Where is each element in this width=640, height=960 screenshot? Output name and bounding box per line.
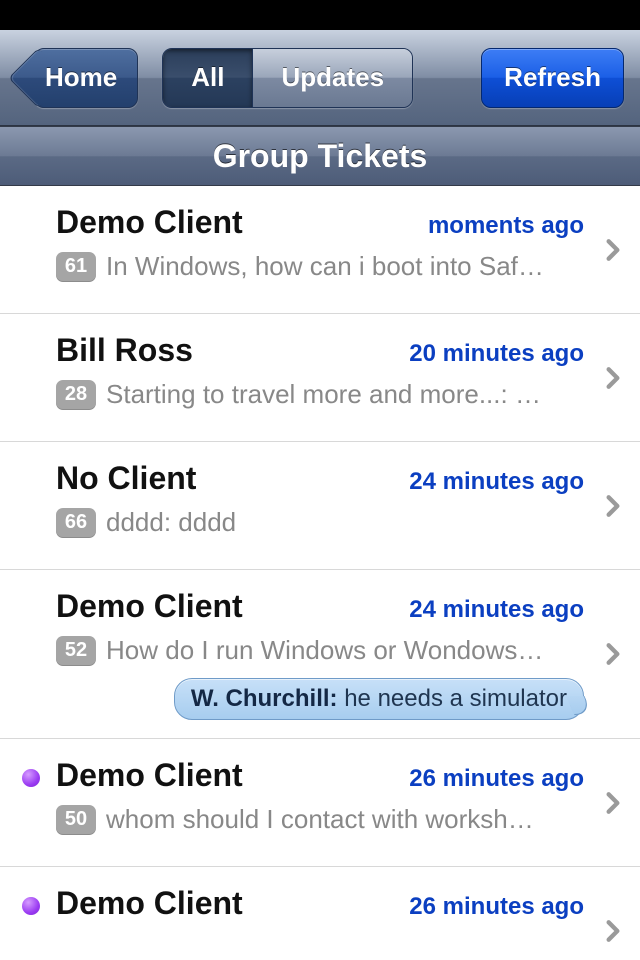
- refresh-button-label: Refresh: [504, 62, 601, 93]
- chevron-right-icon: [600, 641, 626, 667]
- ticket-subject: dddd: dddd: [106, 507, 584, 538]
- ticket-badge: 28: [56, 380, 96, 410]
- ticket-row[interactable]: Demo Client 24 minutes ago 52 How do I r…: [0, 570, 640, 739]
- ticket-time: moments ago: [428, 212, 584, 240]
- segment-all[interactable]: All: [163, 49, 253, 107]
- ticket-time: 24 minutes ago: [409, 596, 584, 624]
- section-header: Group Tickets: [0, 126, 640, 186]
- chevron-right-icon: [600, 918, 626, 944]
- ticket-client: Demo Client: [56, 885, 243, 922]
- unread-dot-icon: [22, 769, 40, 787]
- reply-text: he needs a simulator: [338, 685, 567, 712]
- unread-dot-icon: [22, 897, 40, 915]
- ticket-row[interactable]: Bill Ross 20 minutes ago 28 Starting to …: [0, 314, 640, 442]
- ticket-time: 26 minutes ago: [409, 765, 584, 793]
- nav-bar: Home All Updates Refresh: [0, 30, 640, 126]
- ticket-badge: 52: [56, 636, 96, 666]
- ticket-client: Demo Client: [56, 204, 243, 241]
- chevron-right-icon: [600, 790, 626, 816]
- ticket-badge: 66: [56, 508, 96, 538]
- ticket-client: Bill Ross: [56, 332, 193, 369]
- ticket-time: 24 minutes ago: [409, 468, 584, 496]
- reply-bubble-wrap: W. Churchill: he needs a simulator: [56, 678, 584, 720]
- chevron-right-icon: [600, 493, 626, 519]
- segment-all-label: All: [191, 62, 224, 93]
- ticket-time: 26 minutes ago: [409, 893, 584, 921]
- ticket-subject: How do I run Windows or Wondows…: [106, 635, 584, 666]
- ticket-client: Demo Client: [56, 757, 243, 794]
- status-bar: [0, 0, 640, 30]
- refresh-button[interactable]: Refresh: [481, 48, 624, 108]
- segment-updates-label: Updates: [281, 62, 384, 93]
- ticket-row[interactable]: Demo Client moments ago 61 In Windows, h…: [0, 186, 640, 314]
- ticket-badge: 61: [56, 252, 96, 282]
- chevron-right-icon: [600, 237, 626, 263]
- section-title: Group Tickets: [213, 138, 428, 175]
- reply-author: W. Churchill:: [191, 685, 338, 712]
- filter-segmented: All Updates: [162, 48, 413, 108]
- home-button-label: Home: [45, 62, 117, 93]
- ticket-row[interactable]: Demo Client 26 minutes ago: [0, 867, 640, 960]
- ticket-row[interactable]: No Client 24 minutes ago 66 dddd: dddd: [0, 442, 640, 570]
- ticket-row[interactable]: Demo Client 26 minutes ago 50 whom shoul…: [0, 739, 640, 867]
- ticket-subject: In Windows, how can i boot into Saf…: [106, 251, 584, 282]
- ticket-list: Demo Client moments ago 61 In Windows, h…: [0, 186, 640, 960]
- ticket-client: No Client: [56, 460, 196, 497]
- ticket-time: 20 minutes ago: [409, 340, 584, 368]
- reply-bubble: W. Churchill: he needs a simulator: [174, 678, 584, 720]
- ticket-subject: Starting to travel more and more...: …: [106, 379, 584, 410]
- ticket-badge: 50: [56, 805, 96, 835]
- ticket-client: Demo Client: [56, 588, 243, 625]
- ticket-subject: whom should I contact with worksh…: [106, 804, 584, 835]
- segment-updates[interactable]: Updates: [253, 49, 412, 107]
- home-button[interactable]: Home: [34, 48, 138, 108]
- chevron-right-icon: [600, 365, 626, 391]
